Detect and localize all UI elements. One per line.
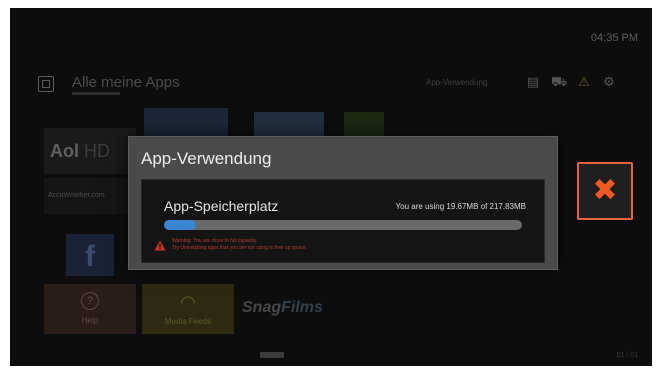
warning-triangle-icon — [154, 240, 166, 251]
title-underline — [72, 92, 120, 95]
films-label: Films — [281, 299, 323, 316]
facebook-icon: f — [85, 240, 95, 273]
app-usage-link[interactable]: App-Verwendung — [426, 78, 487, 87]
app-tile-wd[interactable] — [254, 112, 324, 138]
aol-label: Aol — [50, 141, 79, 161]
apps-grid-icon — [38, 76, 54, 92]
clock: 04:35 PM — [590, 32, 638, 44]
help-icon: ? — [81, 292, 99, 310]
page-title: Alle meine Apps — [72, 74, 180, 91]
close-button[interactable]: ✖ — [577, 162, 633, 220]
app-tile-blue[interactable] — [144, 108, 228, 138]
app-usage-dialog: App-Verwendung App-Speicherplatz You are… — [128, 136, 558, 270]
close-x-icon: ✖ — [592, 174, 618, 207]
warning-text-line2: Try Uninstalling apps that you are not u… — [172, 245, 307, 251]
usage-text: You are using 19.67MB of 217.83MB — [395, 202, 526, 211]
storage-progress-fill — [164, 220, 197, 230]
help-label: Help — [81, 316, 99, 325]
rss-icon: ◠ — [180, 292, 196, 312]
app-tile-snagfilms[interactable]: SnagFilms — [242, 288, 354, 328]
document-icon[interactable]: ▤ — [525, 74, 541, 90]
media-feeds-label: Media Feeds — [164, 317, 212, 326]
aol-hd-label: HD — [79, 141, 110, 161]
app-tile-help[interactable]: ? Help — [44, 284, 136, 334]
storage-label: App-Speicherplatz — [164, 198, 279, 214]
storage-panel: App-Speicherplatz You are using 19.67MB … — [141, 179, 545, 263]
page-count: 01 / 01 — [616, 352, 638, 359]
cart-icon[interactable]: ⛟ — [551, 74, 567, 90]
tv-screen: 04:35 PM Alle meine Apps App-Verwendung … — [10, 8, 652, 366]
gear-icon[interactable]: ⚙ — [601, 74, 617, 90]
dialog-title: App-Verwendung — [141, 149, 272, 168]
app-tile-weather[interactable]: AccuWeather.com — [44, 178, 136, 214]
alert-icon[interactable]: ⚠ — [576, 74, 592, 90]
snag-label: Snag — [242, 299, 282, 316]
app-tile-aol[interactable]: Aol HD — [44, 128, 136, 174]
warning-text-line1: Warning: You are close to full capacity. — [172, 238, 258, 244]
storage-progress-bar — [164, 220, 522, 230]
page-indicator — [260, 352, 284, 358]
weather-label: AccuWeather.com — [48, 192, 105, 199]
app-tile-facebook[interactable]: f — [66, 234, 114, 276]
app-tile-media-feeds[interactable]: ◠ Media Feeds — [142, 284, 234, 334]
